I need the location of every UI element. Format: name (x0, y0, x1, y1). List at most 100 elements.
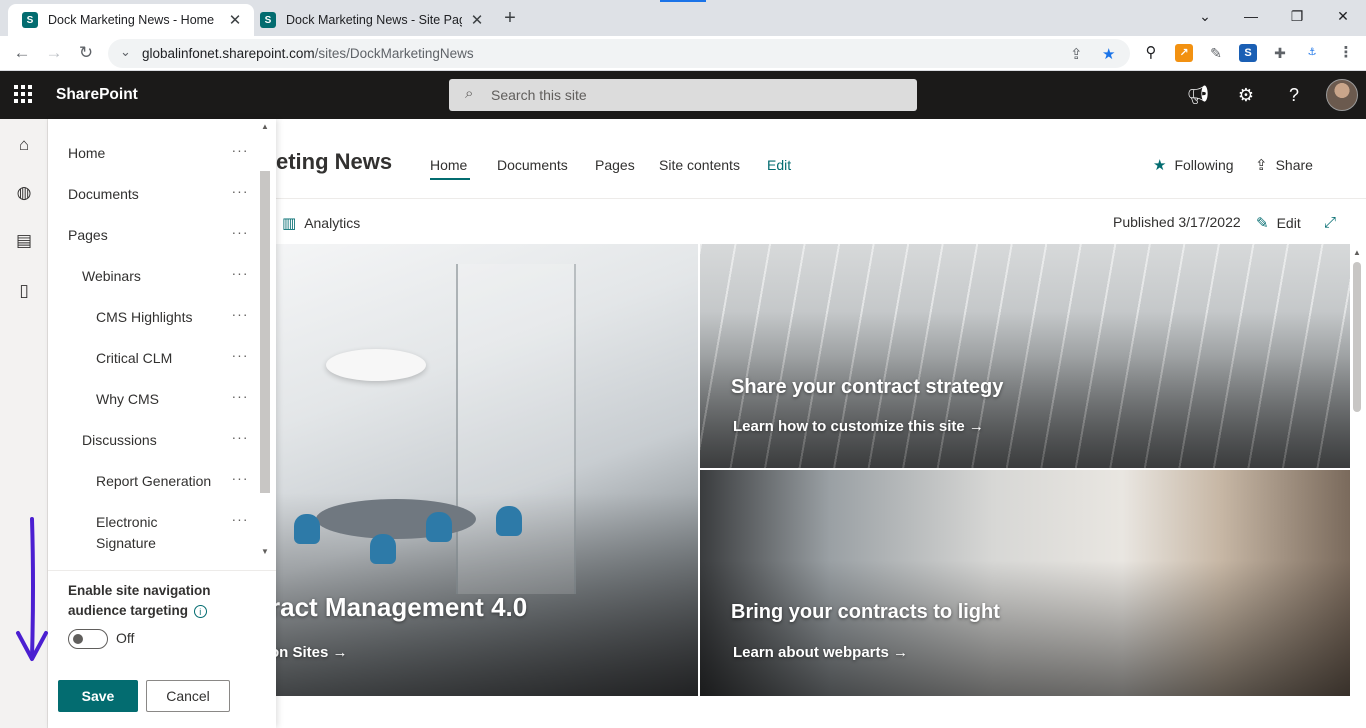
hero-tile-main[interactable]: ract Management 4.0 on Sites → (276, 244, 698, 696)
scroll-down-icon[interactable]: ▼ (261, 547, 269, 556)
close-tab-icon[interactable]: ✕ (226, 11, 244, 29)
hero-tile-top-link-text: Learn how to customize this site (733, 418, 965, 435)
nav-item-more-icon[interactable]: ··· (230, 142, 250, 158)
nav-item-pages[interactable]: Pages (48, 225, 258, 246)
browser-tab-strip: S Dock Marketing News - Home ✕ S Dock Ma… (0, 0, 1366, 36)
url-host: globalinfonet.sharepoint.com (142, 46, 315, 61)
reload-icon[interactable]: ↻ (74, 41, 98, 65)
menu-kebab-icon[interactable]: ⋮ (1337, 44, 1355, 62)
nav-item-more-icon[interactable]: ··· (230, 347, 250, 363)
page-scrollbar-thumb[interactable] (1353, 262, 1361, 412)
s-extension-icon[interactable]: S (1239, 44, 1257, 62)
hero-webpart: ract Management 4.0 on Sites → Share you… (276, 244, 1350, 696)
chevron-down-icon[interactable]: ⌄ (1182, 4, 1228, 28)
share-button[interactable]: ⇪ Share (1255, 156, 1313, 174)
scroll-up-icon[interactable]: ▲ (1353, 248, 1361, 257)
share-page-icon[interactable]: ⇪ (1070, 45, 1083, 63)
nav-item-webinars[interactable]: Webinars (48, 266, 258, 287)
nav-item-more-icon[interactable]: ··· (230, 224, 250, 240)
save-button[interactable]: Save (58, 680, 138, 712)
nav-item-discussions[interactable]: Discussions (48, 430, 258, 451)
settings-gear-icon[interactable]: ⚙ (1234, 83, 1258, 107)
published-date: Published 3/17/2022 (1113, 214, 1241, 230)
topnav-edit-link[interactable]: Edit (767, 157, 791, 173)
new-tab-button[interactable]: + (498, 6, 522, 30)
nav-panel-scrollbar-thumb[interactable] (260, 171, 270, 493)
megaphone-icon[interactable]: 📢︎ (1186, 83, 1210, 107)
site-header: eting News Home Documents Pages Site con… (276, 119, 1366, 199)
cancel-button[interactable]: Cancel (146, 680, 230, 712)
topnav-documents[interactable]: Documents (497, 157, 568, 173)
analytics-button[interactable]: ▥ Analytics (282, 214, 360, 232)
app-launcher-icon[interactable] (14, 85, 32, 103)
scroll-up-icon[interactable]: ▲ (261, 122, 269, 131)
browser-tab-site-pages[interactable]: S Dock Marketing News - Site Pages ✕ (246, 4, 496, 36)
news-icon[interactable]: ▤ (12, 229, 36, 253)
back-arrow-icon[interactable]: ← (10, 41, 34, 65)
nav-item-more-icon[interactable]: ··· (230, 470, 250, 486)
edit-page-button[interactable]: ✎ Edit (1256, 214, 1301, 232)
nav-item-more-icon[interactable]: ··· (230, 183, 250, 199)
topnav-home[interactable]: Home (430, 157, 467, 173)
site-title[interactable]: eting News (276, 149, 392, 175)
home-icon[interactable]: ⌂ (12, 133, 36, 157)
toggle-knob (73, 634, 83, 644)
close-tab-icon[interactable]: ✕ (468, 11, 486, 29)
forward-arrow-icon[interactable]: → (42, 41, 66, 65)
following-button[interactable]: ★ Following (1153, 156, 1234, 174)
topnav-site-contents[interactable]: Site contents (659, 157, 740, 173)
tab-strip-accent (660, 0, 706, 2)
nav-item-more-icon[interactable]: ··· (230, 265, 250, 281)
expand-icon[interactable]: ⤢ (1324, 214, 1336, 231)
edit-navigation-panel: Home ··· Documents ··· Pages ··· Webinar… (48, 119, 276, 728)
globe-icon[interactable]: ◍ (12, 181, 36, 205)
hero-tile-bottom-right[interactable]: Bring your contracts to light Learn abou… (700, 470, 1350, 696)
following-label: Following (1174, 157, 1234, 173)
url-text[interactable]: globalinfonet.sharepoint.com/sites/DockM… (142, 46, 474, 61)
nav-panel-scrollbar[interactable]: ▲ ▼ (258, 119, 276, 564)
nav-item-more-icon[interactable]: ··· (230, 388, 250, 404)
nav-item-more-icon[interactable]: ··· (230, 429, 250, 445)
audience-targeting-toggle[interactable] (68, 629, 108, 649)
help-icon[interactable]: ? (1282, 83, 1306, 107)
site-search-box[interactable]: ⌕ (449, 79, 917, 111)
nav-item-electronic-signature[interactable]: Electronic Signature (48, 512, 178, 554)
chart-extension-icon[interactable]: ↗ (1175, 44, 1193, 62)
published-status: Published 3/17/2022 (1113, 214, 1241, 230)
document-icon[interactable]: ▯ (12, 279, 36, 303)
magnifier-icon[interactable]: ⚲ (1142, 44, 1160, 62)
restore-icon[interactable]: ❐ (1274, 4, 1320, 28)
browser-tab-home[interactable]: S Dock Marketing News - Home ✕ (8, 4, 254, 36)
bookmark-star-icon[interactable]: ★ (1102, 45, 1115, 63)
tab-title: Dock Marketing News - Site Pages (286, 13, 462, 27)
hero-tile-top-link[interactable]: Learn how to customize this site → (733, 418, 984, 435)
search-input[interactable] (491, 85, 891, 105)
info-icon[interactable]: i (193, 604, 207, 618)
audience-targeting-text: Enable site navigation audience targetin… (68, 583, 211, 618)
dock-extension-icon[interactable]: ⚓ (1303, 44, 1321, 62)
minimize-icon[interactable]: — (1228, 4, 1274, 28)
pen-extension-icon[interactable]: ✎ (1207, 44, 1225, 62)
nav-item-more-icon[interactable]: ··· (230, 306, 250, 322)
nav-item-more-icon[interactable]: ··· (230, 511, 250, 527)
hero-main-link[interactable]: on Sites → (276, 644, 348, 661)
nav-item-report-generation[interactable]: Report Generation (48, 471, 258, 492)
suite-brand[interactable]: SharePoint (56, 86, 138, 104)
nav-item-cms-highlights[interactable]: CMS Highlights (48, 307, 258, 328)
arrow-right-icon: → (968, 418, 984, 435)
nav-item-documents[interactable]: Documents (48, 184, 258, 205)
nav-item-critical-clm[interactable]: Critical CLM (48, 348, 258, 369)
nav-item-why-cms[interactable]: Why CMS (48, 389, 258, 410)
address-bar[interactable]: ⌄ globalinfonet.sharepoint.com/sites/Doc… (108, 39, 1130, 68)
topnav-pages[interactable]: Pages (595, 157, 635, 173)
hero-tile-bottom-link[interactable]: Learn about webparts → (733, 644, 908, 661)
hero-tile-top-right[interactable]: Share your contract strategy Learn how t… (700, 244, 1350, 468)
edit-label: Edit (1276, 215, 1301, 231)
puzzle-icon[interactable]: ✚ (1271, 44, 1289, 62)
nav-item-home[interactable]: Home (48, 143, 258, 164)
site-info-icon[interactable]: ⌄ (120, 44, 131, 60)
profile-avatar[interactable] (1326, 79, 1358, 111)
tab-title: Dock Marketing News - Home (48, 13, 215, 27)
page-scrollbar[interactable]: ▲ (1350, 244, 1366, 728)
close-window-icon[interactable]: ✕ (1320, 4, 1366, 28)
